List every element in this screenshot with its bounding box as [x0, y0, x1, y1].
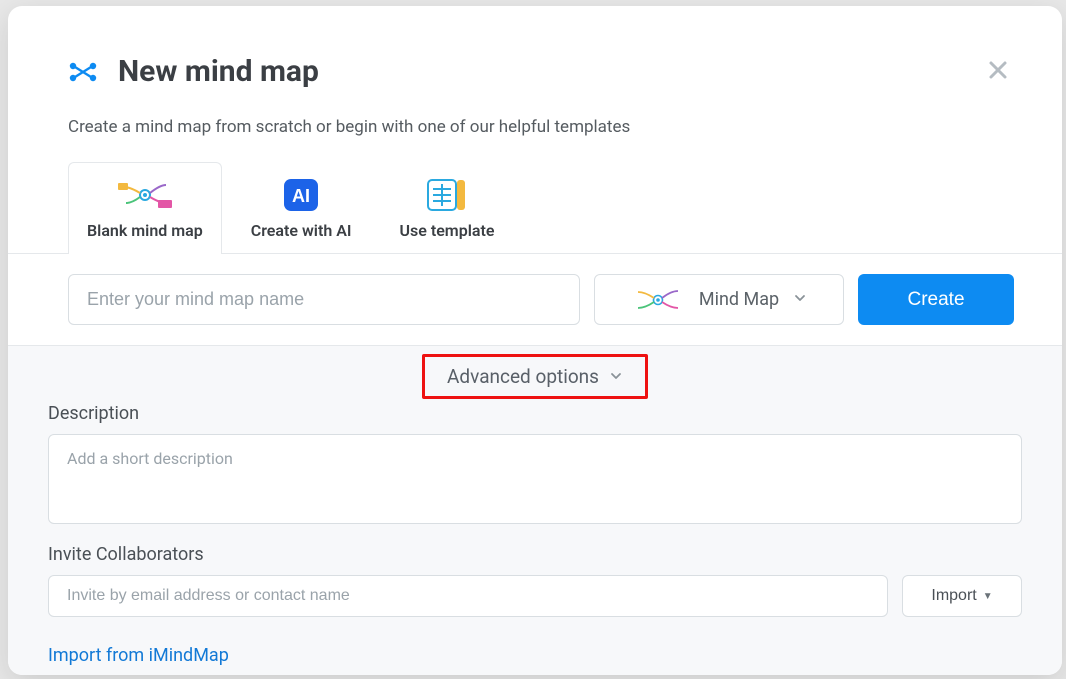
- tab-label: Use template: [400, 221, 495, 240]
- import-from-imindmap-link[interactable]: Import from iMindMap: [48, 645, 1022, 666]
- tab-label: Create with AI: [251, 221, 352, 240]
- description-label: Description: [48, 403, 1022, 424]
- invite-label: Invite Collaborators: [48, 544, 1022, 565]
- advanced-options-label: Advanced options: [447, 365, 599, 388]
- mind-map-color-icon: [631, 285, 685, 315]
- description-input[interactable]: [48, 434, 1022, 524]
- map-type-label: Mind Map: [699, 289, 779, 310]
- import-button[interactable]: Import ▼: [902, 575, 1022, 617]
- chevron-down-icon: [609, 365, 623, 388]
- advanced-options-toggle[interactable]: Advanced options: [422, 354, 648, 399]
- ai-icon: AI: [274, 177, 328, 213]
- svg-text:AI: AI: [292, 186, 310, 206]
- invite-input[interactable]: [48, 575, 888, 617]
- modal-title: New mind map: [118, 54, 319, 89]
- mind-map-icon: [118, 177, 172, 213]
- tab-use-template[interactable]: Use template: [381, 162, 514, 254]
- chevron-down-icon: [793, 290, 807, 309]
- caret-down-icon: ▼: [983, 591, 993, 602]
- create-form-row: Mind Map Create: [8, 254, 1062, 346]
- close-button[interactable]: [982, 54, 1014, 86]
- new-mind-map-modal: New mind map Create a mind map from scra…: [8, 6, 1062, 675]
- tabs: Blank mind map AI Create with AI: [8, 161, 1062, 254]
- modal-header: New mind map Create a mind map from scra…: [8, 6, 1062, 137]
- advanced-section: Advanced options Description Invite Coll…: [8, 346, 1062, 675]
- logo-icon: [68, 60, 98, 84]
- tab-blank-mind-map[interactable]: Blank mind map: [68, 162, 222, 254]
- modal-subtitle: Create a mind map from scratch or begin …: [68, 117, 1014, 137]
- import-button-label: Import: [931, 587, 976, 605]
- close-icon: [986, 58, 1010, 82]
- create-button[interactable]: Create: [858, 274, 1014, 325]
- tab-label: Blank mind map: [87, 221, 203, 240]
- tab-create-with-ai[interactable]: AI Create with AI: [232, 162, 371, 254]
- map-type-select[interactable]: Mind Map: [594, 274, 844, 325]
- template-icon: [420, 177, 474, 213]
- mind-map-name-input[interactable]: [68, 274, 580, 325]
